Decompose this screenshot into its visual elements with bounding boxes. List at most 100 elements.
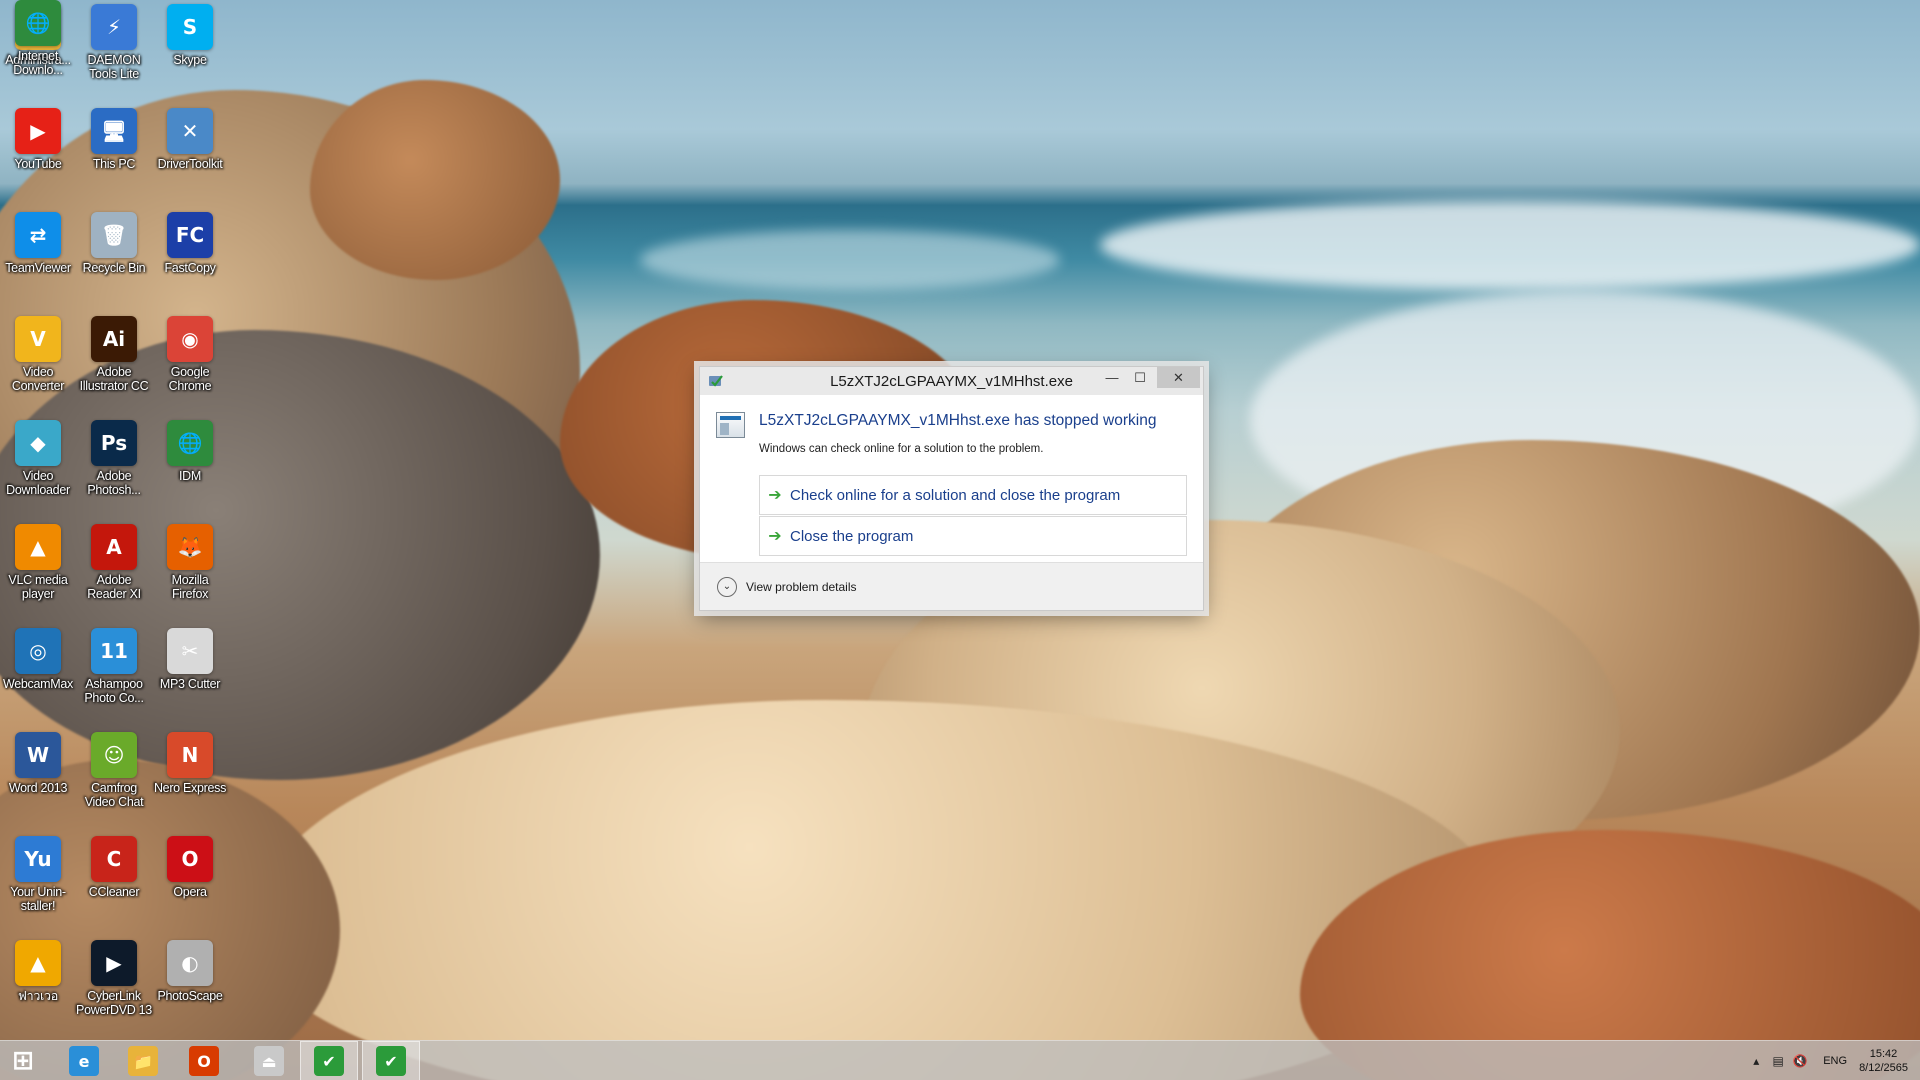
desktop-icon-label: YouTube bbox=[14, 157, 62, 171]
photoscape-icon: ◐ bbox=[167, 940, 213, 986]
desktop-icon-ashampoo[interactable]: 11 Ashampoo Photo Co... bbox=[76, 628, 152, 705]
desktop-icon-fastcopy[interactable]: FC FastCopy bbox=[152, 212, 228, 275]
chrome-icon: ◉ bbox=[167, 316, 213, 362]
desktop-icon-drivertoolkit[interactable]: ✕ DriverToolkit bbox=[152, 108, 228, 171]
desktop-icon-label: Adobe Photosh... bbox=[87, 469, 141, 497]
app-checkmark-icon bbox=[709, 375, 723, 387]
volume-muted-icon[interactable]: 🔇 bbox=[1789, 1054, 1811, 1068]
taskbar-item-error-app-2[interactable]: ✔ bbox=[362, 1041, 420, 1080]
error-heading: L5zXTJ2cLGPAAYMX_v1MHhst.exe has stopped… bbox=[759, 412, 1157, 429]
ashampoo-icon: 11 bbox=[91, 628, 137, 674]
desktop-icon-label: Ashampoo Photo Co... bbox=[84, 677, 144, 705]
green-arrow-icon: ➔ bbox=[768, 487, 782, 504]
desktop-icon-label: Internet Downlo... bbox=[13, 49, 63, 77]
desktop-icon-webcammax[interactable]: ◎ WebcamMax bbox=[0, 628, 76, 691]
taskbar-item-ie[interactable]: e bbox=[58, 1041, 110, 1080]
taskbar-item-error-app-1[interactable]: ✔ bbox=[300, 1041, 358, 1080]
desktop-icon-firefox[interactable]: 🦊 Mozilla Firefox bbox=[152, 524, 228, 601]
desktop-icon-label: Word 2013 bbox=[8, 781, 68, 795]
desktop-icon-daemon-tools[interactable]: ⚡ DAEMON Tools Lite bbox=[76, 4, 152, 81]
desktop-icon-opera[interactable]: O Opera bbox=[152, 836, 228, 899]
network-icon[interactable]: ▤ bbox=[1767, 1054, 1789, 1068]
webcam-icon: ◎ bbox=[15, 628, 61, 674]
desktop-icon-label: CCleaner bbox=[88, 885, 140, 899]
desktop-icon-word[interactable]: W Word 2013 bbox=[0, 732, 76, 795]
idm-globe-icon: 🌐 bbox=[167, 420, 213, 466]
language-indicator[interactable]: ENG bbox=[1823, 1055, 1847, 1067]
desktop-icon-mp3-cutter[interactable]: ✂ MP3 Cutter bbox=[152, 628, 228, 691]
dialog-titlebar[interactable]: L5zXTJ2cLGPAAYMX_v1MHhst.exe — ☐ ✕ bbox=[700, 367, 1203, 395]
desktop-icon-label: Nero Express bbox=[153, 781, 227, 795]
maximize-button[interactable]: ☐ bbox=[1128, 367, 1152, 388]
clock[interactable]: 15:42 8/12/2565 bbox=[1859, 1047, 1908, 1075]
error-message: Windows can check online for a solution … bbox=[759, 443, 1044, 455]
desktop-icon-photoscape[interactable]: ◐ PhotoScape bbox=[152, 940, 228, 1003]
desktop-icon-camfrog[interactable]: ☺ Camfrog Video Chat bbox=[76, 732, 152, 809]
desktop-icon-label: Adobe Illustrator CC bbox=[79, 365, 149, 393]
illustrator-icon: Ai bbox=[91, 316, 137, 362]
green-arrow-icon: ➔ bbox=[768, 528, 782, 545]
powerdvd-icon: ▶ bbox=[91, 940, 137, 986]
check-online-label: Check online for a solution and close th… bbox=[790, 486, 1121, 504]
desktop-icon-ccleaner[interactable]: C CCleaner bbox=[76, 836, 152, 899]
desktop-icon-idm[interactable]: 🌐 IDM bbox=[152, 420, 228, 483]
desktop-icon-video-converter[interactable]: V Video Converter bbox=[0, 316, 76, 393]
close-button[interactable]: ✕ bbox=[1157, 367, 1200, 388]
desktop-icon-recycle-bin[interactable]: 🗑 Recycle Bin bbox=[76, 212, 152, 275]
nero-icon: N bbox=[167, 732, 213, 778]
desktop-icon-label: WebcamMax bbox=[2, 677, 73, 691]
youtube-icon: ▶ bbox=[15, 108, 61, 154]
taskbar-item-tray-app[interactable]: ⏏ bbox=[240, 1041, 298, 1080]
desktop-icon-this-pc[interactable]: 🖥 This PC bbox=[76, 108, 152, 171]
taskbar-item-start[interactable]: ⊞ bbox=[0, 1041, 46, 1080]
desktop-icon-label: Your Unin-staller! bbox=[10, 885, 66, 913]
close-program-button[interactable]: ➔ Close the program bbox=[759, 516, 1187, 556]
desktop-icon-youtube[interactable]: ▶ YouTube bbox=[0, 108, 76, 171]
vlc-cone-icon: ▲ bbox=[15, 524, 61, 570]
chevron-up-icon[interactable]: ▴ bbox=[1745, 1054, 1767, 1068]
dialog-body: L5zXTJ2cLGPAAYMX_v1MHhst.exe has stopped… bbox=[700, 395, 1203, 562]
desktop-icon-illustrator[interactable]: Ai Adobe Illustrator CC bbox=[76, 316, 152, 393]
desktop-icon-skype[interactable]: S Skype bbox=[152, 4, 228, 67]
desktop-icon-video-downloader[interactable]: ◆ Video Downloader bbox=[0, 420, 76, 497]
desktop-icon-label: Skype bbox=[173, 53, 207, 67]
file-explorer-icon: 📁 bbox=[128, 1046, 158, 1076]
dialog-title: L5zXTJ2cLGPAAYMX_v1MHhst.exe bbox=[830, 372, 1073, 390]
tools-icon: ✕ bbox=[167, 108, 213, 154]
check-online-button[interactable]: ➔ Check online for a solution and close … bbox=[759, 475, 1187, 515]
desktop-icon-chrome[interactable]: ◉ Google Chrome bbox=[152, 316, 228, 393]
desktop-icon-label: DriverToolkit bbox=[157, 157, 223, 171]
desktop-icon-uninstaller[interactable]: Yu Your Unin-staller! bbox=[0, 836, 76, 913]
firefox-icon: 🦊 bbox=[167, 524, 213, 570]
checkmark-app-icon: ✔ bbox=[314, 1046, 344, 1076]
desktop-icon-internet-download[interactable]: 🌐 Internet Downlo... bbox=[0, 0, 76, 77]
desktop-icon-vlc[interactable]: ▲ VLC media player bbox=[0, 524, 76, 601]
desktop-icon-label: MP3 Cutter bbox=[159, 677, 221, 691]
desktop-icon-label: IDM bbox=[178, 469, 201, 483]
skype-icon: S bbox=[167, 4, 213, 50]
desktop-icon-label: FastCopy bbox=[164, 261, 216, 275]
view-details-link[interactable]: View problem details bbox=[746, 580, 857, 594]
office-icon: O bbox=[189, 1046, 219, 1076]
recycle-bin-icon: 🗑 bbox=[91, 212, 137, 258]
desktop-icon-nero[interactable]: N Nero Express bbox=[152, 732, 228, 795]
clock-time: 15:42 bbox=[1869, 1048, 1898, 1060]
desktop-icon-label: Video Converter bbox=[11, 365, 65, 393]
desktop-icon-acrobat[interactable]: A Adobe Reader XI bbox=[76, 524, 152, 601]
taskbar-item-office[interactable]: O bbox=[176, 1041, 232, 1080]
windows-start-icon: ⊞ bbox=[12, 1046, 34, 1076]
desktop-icon-photoshop[interactable]: Ps Adobe Photosh... bbox=[76, 420, 152, 497]
desktop-icon-label: Adobe Reader XI bbox=[87, 573, 141, 601]
minimize-button[interactable]: — bbox=[1100, 367, 1124, 388]
desktop-icon-unknown-app[interactable]: ▲ ฟาวเวอ bbox=[0, 940, 76, 1003]
triangle-logo-icon: ▲ bbox=[15, 940, 61, 986]
desktop-icon-label: DAEMON Tools Lite bbox=[87, 53, 141, 81]
desktop-icon-powerdvd[interactable]: ▶ CyberLink PowerDVD 13 bbox=[76, 940, 152, 1017]
taskbar-item-explorer[interactable]: 📁 bbox=[114, 1041, 172, 1080]
desktop-icon-label: Mozilla Firefox bbox=[171, 573, 209, 601]
taskbar: ⊞ e 📁 O ⏏ ✔ ✔ ▴ ▤ 🔇 ENG 15:42 8/12/2565 bbox=[0, 1040, 1920, 1080]
desktop-icon-teamviewer[interactable]: ⇄ TeamViewer bbox=[0, 212, 76, 275]
camfrog-icon: ☺ bbox=[91, 732, 137, 778]
chevron-down-icon[interactable]: ⌄ bbox=[717, 576, 737, 597]
desktop-icon-label: CyberLink PowerDVD 13 bbox=[76, 989, 152, 1017]
